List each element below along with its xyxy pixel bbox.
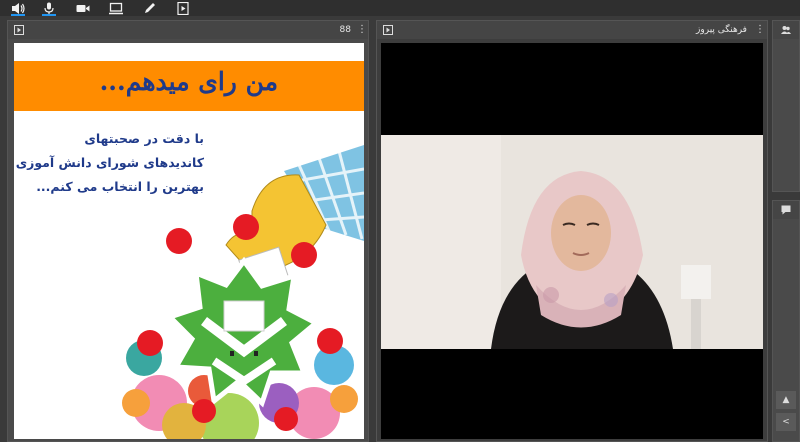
- presenter-name: فرهنگی پیروز: [696, 25, 747, 35]
- content-icon: [177, 1, 189, 15]
- share-screen-button[interactable]: [105, 0, 127, 16]
- slide-line-3: بهترین را انتخاب می کنم...: [36, 179, 204, 194]
- camera-icon: [76, 4, 90, 12]
- chat-scroll-up[interactable]: ▲: [776, 391, 796, 409]
- microphone-button[interactable]: [38, 0, 60, 16]
- slide-line-2: کاندیدهای شورای دانش آموزی: [15, 155, 204, 170]
- camera-pod: فرهنگی پیروز ⋮: [376, 20, 768, 442]
- presenter-video-image: [381, 135, 763, 349]
- chat-pod: ▲ <: [772, 200, 800, 442]
- content-pod-icon: [14, 25, 24, 35]
- camera-button[interactable]: [72, 0, 94, 16]
- slide-banner: من رای میدهم...: [14, 61, 364, 111]
- share-screen-icon: [109, 2, 123, 14]
- attendees-icon: [781, 26, 791, 34]
- camera-pod-menu-icon[interactable]: ⋮: [755, 24, 765, 36]
- page-number: 88: [339, 25, 351, 35]
- draw-button[interactable]: [139, 0, 161, 16]
- slide-text: با دقت در صحبتهای کاندیدهای شورای دانش آ…: [16, 127, 204, 199]
- content-button[interactable]: [172, 0, 194, 16]
- draw-icon: [145, 2, 155, 13]
- attendees-pod-header: [773, 21, 799, 39]
- attendees-pod: [772, 20, 800, 192]
- webcam-video: [381, 43, 763, 439]
- slide-title: من رای میدهم...: [99, 67, 278, 96]
- share-pod-header: 88 ⋮: [8, 21, 368, 39]
- slide-line-1: با دقت در صحبتهای: [84, 131, 204, 146]
- speaker-button[interactable]: [7, 0, 29, 16]
- chat-pod-header: [773, 201, 799, 219]
- share-pod: 88 ⋮ من رای میدهم... با دقت در صحبتهای ک…: [7, 20, 369, 442]
- chat-icon: [781, 205, 791, 215]
- pod-menu-icon[interactable]: ⋮: [357, 24, 367, 36]
- top-toolbar: [0, 0, 800, 16]
- camera-pod-header: فرهنگی پیروز ⋮: [377, 21, 767, 39]
- speaker-icon: [12, 2, 25, 14]
- microphone-icon: [44, 2, 54, 14]
- webcam-frame: [381, 135, 763, 349]
- presentation-slide: من رای میدهم... با دقت در صحبتهای کاندید…: [14, 43, 364, 439]
- video-pod-icon: [383, 25, 393, 35]
- chat-expand-button[interactable]: <: [776, 413, 796, 431]
